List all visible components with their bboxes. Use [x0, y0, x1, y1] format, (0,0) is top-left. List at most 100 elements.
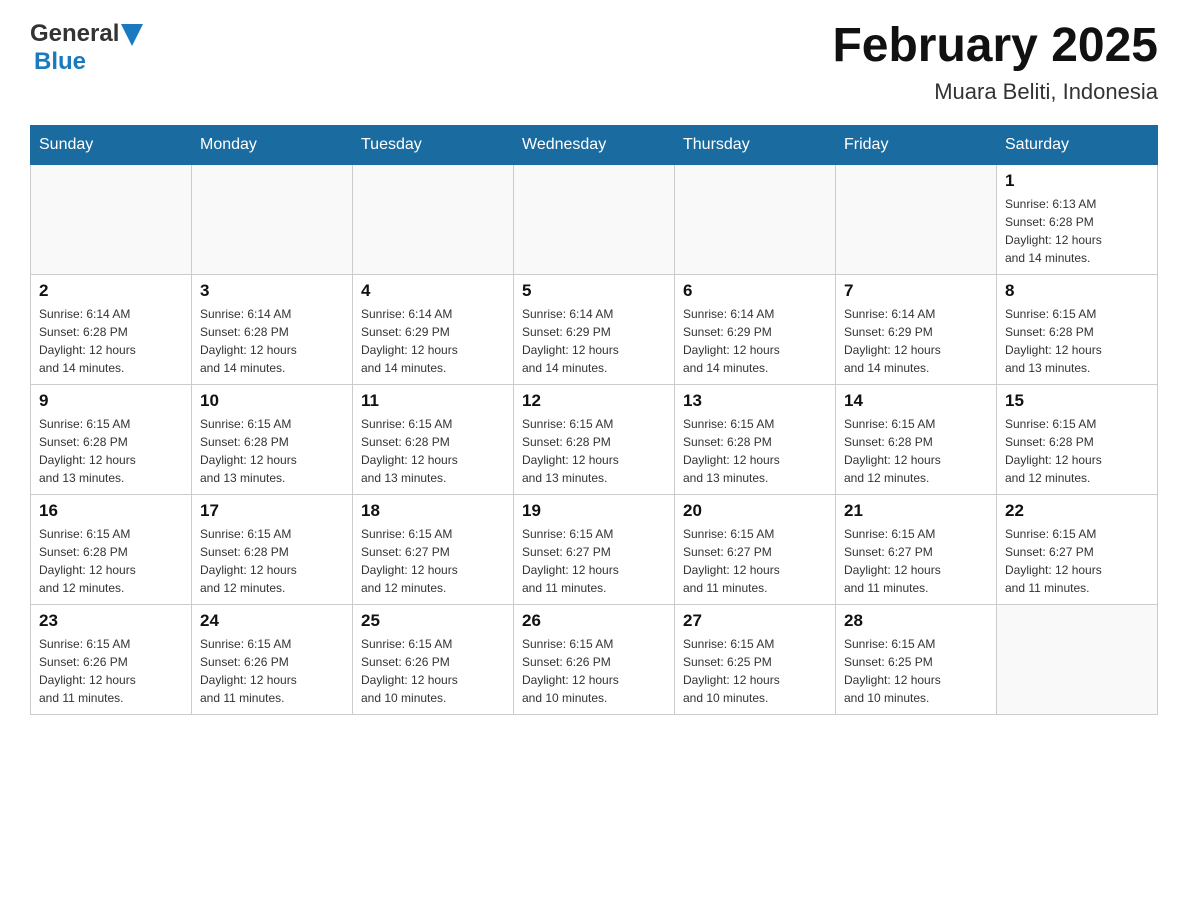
day-info: Sunrise: 6:15 AM Sunset: 6:28 PM Dayligh…	[39, 525, 183, 597]
calendar-cell: 2Sunrise: 6:14 AM Sunset: 6:28 PM Daylig…	[31, 274, 192, 384]
day-number: 1	[1005, 171, 1149, 191]
day-info: Sunrise: 6:15 AM Sunset: 6:28 PM Dayligh…	[200, 525, 344, 597]
day-info: Sunrise: 6:15 AM Sunset: 6:25 PM Dayligh…	[844, 635, 988, 707]
calendar-cell: 15 Sunrise: 6:15 AM Sunset: 6:28 PM Dayli…	[997, 384, 1158, 494]
calendar-cell: 11 Sunrise: 6:15 AM Sunset: 6:28 PM Dayli…	[353, 384, 514, 494]
day-number: 15	[1005, 391, 1149, 411]
day-info: Sunrise: 6:15 AM Sunset: 6:26 PM Dayligh…	[200, 635, 344, 707]
day-number: 14	[844, 391, 988, 411]
day-header-sunday: Sunday	[31, 125, 192, 164]
calendar-cell	[675, 164, 836, 274]
day-number: 3	[200, 281, 344, 301]
calendar-cell: 6 Sunrise: 6:14 AM Sunset: 6:29 PM Daylig…	[675, 274, 836, 384]
calendar-cell: 19 Sunrise: 6:15 AM Sunset: 6:27 PM Dayli…	[514, 494, 675, 604]
day-header-tuesday: Tuesday	[353, 125, 514, 164]
calendar-cell: 3Sunrise: 6:14 AM Sunset: 6:28 PM Daylig…	[192, 274, 353, 384]
day-info: Sunrise: 6:14 AM Sunset: 6:29 PM Dayligh…	[522, 305, 666, 377]
day-info: Sunrise: 6:15 AM Sunset: 6:28 PM Dayligh…	[1005, 305, 1149, 377]
day-info: Sunrise: 6:15 AM Sunset: 6:26 PM Dayligh…	[39, 635, 183, 707]
day-header-thursday: Thursday	[675, 125, 836, 164]
calendar-week-row: 1 Sunrise: 6:13 AM Sunset: 6:28 PM Daylig…	[31, 164, 1158, 274]
calendar-week-row: 2Sunrise: 6:14 AM Sunset: 6:28 PM Daylig…	[31, 274, 1158, 384]
day-number: 10	[200, 391, 344, 411]
calendar-cell: 23 Sunrise: 6:15 AM Sunset: 6:26 PM Dayli…	[31, 604, 192, 714]
calendar-week-row: 9 Sunrise: 6:15 AM Sunset: 6:28 PM Daylig…	[31, 384, 1158, 494]
day-info: Sunrise: 6:15 AM Sunset: 6:27 PM Dayligh…	[683, 525, 827, 597]
calendar-cell: 5 Sunrise: 6:14 AM Sunset: 6:29 PM Daylig…	[514, 274, 675, 384]
day-number: 18	[361, 501, 505, 521]
calendar-cell: 18 Sunrise: 6:15 AM Sunset: 6:27 PM Dayli…	[353, 494, 514, 604]
day-number: 21	[844, 501, 988, 521]
calendar-cell: 9Sunrise: 6:15 AM Sunset: 6:28 PM Daylig…	[31, 384, 192, 494]
calendar-cell: 4 Sunrise: 6:14 AM Sunset: 6:29 PM Daylig…	[353, 274, 514, 384]
calendar-cell: 1 Sunrise: 6:13 AM Sunset: 6:28 PM Daylig…	[997, 164, 1158, 274]
day-number: 25	[361, 611, 505, 631]
day-number: 2	[39, 281, 183, 301]
day-info: Sunrise: 6:15 AM Sunset: 6:28 PM Dayligh…	[522, 415, 666, 487]
day-info: Sunrise: 6:15 AM Sunset: 6:28 PM Dayligh…	[200, 415, 344, 487]
day-number: 12	[522, 391, 666, 411]
calendar-week-row: 16Sunrise: 6:15 AM Sunset: 6:28 PM Dayli…	[31, 494, 1158, 604]
day-number: 11	[361, 391, 505, 411]
calendar-table: SundayMondayTuesdayWednesdayThursdayFrid…	[30, 125, 1158, 715]
day-number: 7	[844, 281, 988, 301]
calendar-cell	[997, 604, 1158, 714]
calendar-cell: 10 Sunrise: 6:15 AM Sunset: 6:28 PM Dayli…	[192, 384, 353, 494]
calendar-title: February 2025	[832, 20, 1158, 73]
day-info: Sunrise: 6:13 AM Sunset: 6:28 PM Dayligh…	[1005, 195, 1149, 267]
day-info: Sunrise: 6:15 AM Sunset: 6:28 PM Dayligh…	[361, 415, 505, 487]
day-number: 13	[683, 391, 827, 411]
day-number: 5	[522, 281, 666, 301]
day-info: Sunrise: 6:15 AM Sunset: 6:27 PM Dayligh…	[522, 525, 666, 597]
calendar-cell	[192, 164, 353, 274]
day-number: 9	[39, 391, 183, 411]
calendar-cell: 25 Sunrise: 6:15 AM Sunset: 6:26 PM Dayli…	[353, 604, 514, 714]
day-header-friday: Friday	[836, 125, 997, 164]
day-info: Sunrise: 6:15 AM Sunset: 6:26 PM Dayligh…	[361, 635, 505, 707]
logo-triangle-icon	[121, 24, 143, 46]
day-number: 4	[361, 281, 505, 301]
calendar-cell: 12 Sunrise: 6:15 AM Sunset: 6:28 PM Dayli…	[514, 384, 675, 494]
day-number: 28	[844, 611, 988, 631]
day-number: 22	[1005, 501, 1149, 521]
day-number: 20	[683, 501, 827, 521]
calendar-subtitle: Muara Beliti, Indonesia	[832, 79, 1158, 105]
day-info: Sunrise: 6:15 AM Sunset: 6:27 PM Dayligh…	[1005, 525, 1149, 597]
day-info: Sunrise: 6:15 AM Sunset: 6:28 PM Dayligh…	[1005, 415, 1149, 487]
day-info: Sunrise: 6:14 AM Sunset: 6:29 PM Dayligh…	[361, 305, 505, 377]
calendar-cell	[836, 164, 997, 274]
day-number: 17	[200, 501, 344, 521]
title-section: February 2025 Muara Beliti, Indonesia	[832, 20, 1158, 105]
calendar-cell	[514, 164, 675, 274]
logo-general-text: General	[30, 20, 119, 48]
calendar-cell	[31, 164, 192, 274]
day-info: Sunrise: 6:15 AM Sunset: 6:27 PM Dayligh…	[361, 525, 505, 597]
day-info: Sunrise: 6:15 AM Sunset: 6:25 PM Dayligh…	[683, 635, 827, 707]
day-info: Sunrise: 6:15 AM Sunset: 6:27 PM Dayligh…	[844, 525, 988, 597]
day-number: 19	[522, 501, 666, 521]
calendar-cell: 13 Sunrise: 6:15 AM Sunset: 6:28 PM Dayli…	[675, 384, 836, 494]
day-number: 24	[200, 611, 344, 631]
calendar-cell: 8Sunrise: 6:15 AM Sunset: 6:28 PM Daylig…	[997, 274, 1158, 384]
calendar-cell: 14 Sunrise: 6:15 AM Sunset: 6:28 PM Dayli…	[836, 384, 997, 494]
day-header-monday: Monday	[192, 125, 353, 164]
calendar-cell: 17 Sunrise: 6:15 AM Sunset: 6:28 PM Dayli…	[192, 494, 353, 604]
day-info: Sunrise: 6:15 AM Sunset: 6:28 PM Dayligh…	[844, 415, 988, 487]
calendar-cell: 7Sunrise: 6:14 AM Sunset: 6:29 PM Daylig…	[836, 274, 997, 384]
logo-blue-text: Blue	[34, 48, 86, 76]
day-header-saturday: Saturday	[997, 125, 1158, 164]
day-header-wednesday: Wednesday	[514, 125, 675, 164]
calendar-week-row: 23 Sunrise: 6:15 AM Sunset: 6:26 PM Dayli…	[31, 604, 1158, 714]
day-number: 6	[683, 281, 827, 301]
calendar-cell: 28 Sunrise: 6:15 AM Sunset: 6:25 PM Dayli…	[836, 604, 997, 714]
calendar-body: 1 Sunrise: 6:13 AM Sunset: 6:28 PM Daylig…	[31, 164, 1158, 714]
day-info: Sunrise: 6:14 AM Sunset: 6:29 PM Dayligh…	[683, 305, 827, 377]
calendar-cell: 24 Sunrise: 6:15 AM Sunset: 6:26 PM Dayli…	[192, 604, 353, 714]
day-number: 27	[683, 611, 827, 631]
day-number: 23	[39, 611, 183, 631]
day-number: 26	[522, 611, 666, 631]
calendar-cell: 16Sunrise: 6:15 AM Sunset: 6:28 PM Dayli…	[31, 494, 192, 604]
calendar-cell	[353, 164, 514, 274]
page-header: General Blue February 2025 Muara Beliti,…	[30, 20, 1158, 105]
day-info: Sunrise: 6:15 AM Sunset: 6:28 PM Dayligh…	[683, 415, 827, 487]
